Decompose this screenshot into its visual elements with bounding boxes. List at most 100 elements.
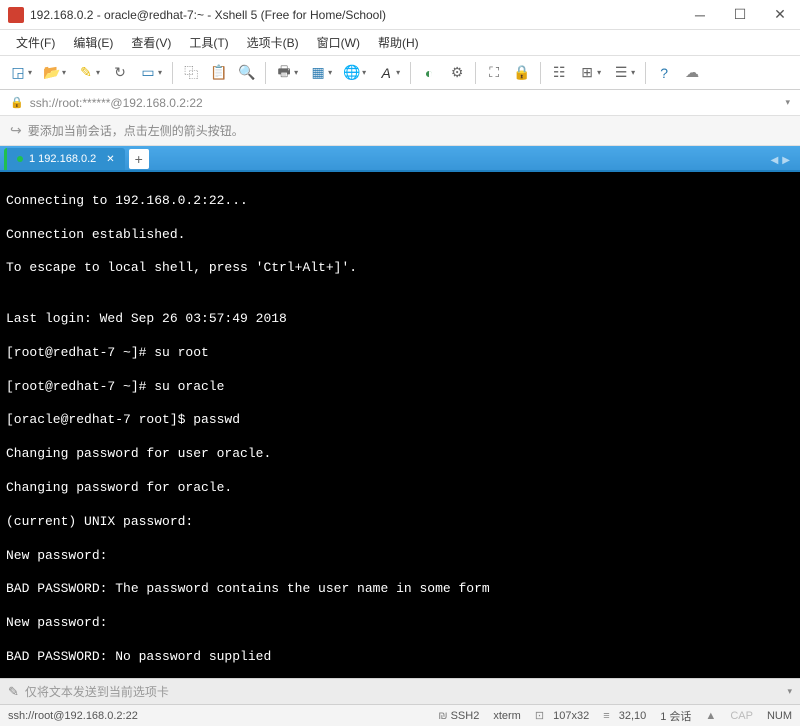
open-session-button[interactable]: 📂▾ <box>40 62 70 84</box>
menu-tab[interactable]: 选项卡(B) <box>239 31 307 54</box>
encoding-button[interactable]: 🌐▾ <box>340 62 370 84</box>
new-session-button[interactable]: ◲▾ <box>6 62 36 84</box>
sendbar-text: 仅将文本发送到当前选项卡 <box>25 683 169 700</box>
find-button[interactable]: 🔍 <box>235 62 259 84</box>
new-session-icon: ◲ <box>10 65 26 81</box>
menu-view[interactable]: 查看(V) <box>123 31 179 54</box>
highlight-icon: ✎ <box>78 65 94 81</box>
script-button[interactable]: ⊞▾ <box>575 62 605 84</box>
toolbar-separator <box>645 62 646 84</box>
refresh-icon: ↻ <box>112 65 128 81</box>
layout-button[interactable]: ▦▾ <box>306 62 336 84</box>
terminal[interactable]: Connecting to 192.168.0.2:22... Connecti… <box>0 172 800 678</box>
status-cap: CAP <box>730 710 753 722</box>
addressbar[interactable]: 🔒 ssh://root:******@192.168.0.2:22 ▾ <box>0 90 800 116</box>
help-button[interactable]: ? <box>652 62 676 84</box>
terminal-line: Changing password for user oracle. <box>6 446 794 463</box>
tab-close-icon[interactable]: ✕ <box>106 154 114 165</box>
toolbar-separator <box>172 62 173 84</box>
folder-open-icon: 📂 <box>44 65 60 81</box>
lock-icon: 🔒 <box>514 65 530 81</box>
status-triangle-icon: ▲ <box>705 710 716 722</box>
lock-button[interactable]: 🔒 <box>510 62 534 84</box>
terminal-line: Last login: Wed Sep 26 03:57:49 2018 <box>6 311 794 328</box>
calc-button[interactable]: ☷ <box>547 62 571 84</box>
xftp-button[interactable]: ◐ <box>417 62 441 84</box>
tab-status-icon <box>17 156 23 162</box>
window-controls: ─ ☐ ✕ <box>688 3 792 27</box>
add-tab-button[interactable]: + <box>129 149 149 169</box>
terminal-line: BAD PASSWORD: The password contains the … <box>6 581 794 598</box>
menu-file[interactable]: 文件(F) <box>8 31 63 54</box>
terminal-line: New password: <box>6 548 794 565</box>
terminal-line: New password: <box>6 615 794 632</box>
xagent-icon: ⚙ <box>449 65 465 81</box>
hint-text: 要添加当前会话，点击左侧的箭头按钮。 <box>28 122 244 139</box>
highlight-button[interactable]: ✎▾ <box>74 62 104 84</box>
menu-edit[interactable]: 编辑(E) <box>65 31 121 54</box>
status-sessions: 1 会话 <box>660 708 691 724</box>
address-dropdown-icon[interactable]: ▾ <box>785 97 790 108</box>
sendbar-dropdown-icon[interactable]: ▾ <box>787 686 792 697</box>
toolbar: ◲▾ 📂▾ ✎▾ ↻ ▭▾ ⿻ 📋 🔍 🖶▾ ▦▾ 🌐▾ A▾ ◐ ⚙ ⛶ 🔒 … <box>0 56 800 90</box>
app-icon <box>8 7 24 23</box>
titlebar: 192.168.0.2 - oracle@redhat-7:~ - Xshell… <box>0 0 800 30</box>
session-tab[interactable]: 1 192.168.0.2 ✕ <box>4 148 125 170</box>
xagent-button[interactable]: ⚙ <box>445 62 469 84</box>
menu-tools[interactable]: 工具(T) <box>181 31 236 54</box>
sendbar[interactable]: ✎ 仅将文本发送到当前选项卡 ▾ <box>0 678 800 704</box>
window-title: 192.168.0.2 - oracle@redhat-7:~ - Xshell… <box>30 8 688 22</box>
terminal-line: [root@redhat-7 ~]# su root <box>6 345 794 362</box>
status-term: xterm <box>493 710 521 722</box>
paste-icon: 📋 <box>211 65 227 81</box>
terminal-line: [root@redhat-7 ~]# su oracle <box>6 379 794 396</box>
about-button[interactable]: ☁ <box>680 62 704 84</box>
menubar: 文件(F) 编辑(E) 查看(V) 工具(T) 选项卡(B) 窗口(W) 帮助(… <box>0 30 800 56</box>
maximize-button[interactable]: ☐ <box>728 3 752 27</box>
toolbar-separator <box>265 62 266 84</box>
layout-icon: ▦ <box>310 65 326 81</box>
terminal-line: (current) UNIX password: <box>6 514 794 531</box>
tab-next-icon[interactable]: ▶ <box>782 155 790 166</box>
copy-button[interactable]: ⿻ <box>179 62 203 84</box>
print-button[interactable]: 🖶▾ <box>272 62 302 84</box>
terminal-line: Connecting to 192.168.0.2:22... <box>6 193 794 210</box>
status-cursor: ≡ 32,10 <box>603 710 646 722</box>
font-button[interactable]: A▾ <box>374 62 404 84</box>
print-icon: 🖶 <box>276 65 292 81</box>
help-icon: ? <box>656 65 672 81</box>
tab-nav: ◀ ▶ <box>771 155 796 170</box>
calculator-icon: ☷ <box>551 65 567 81</box>
globe-icon: 🌐 <box>344 65 360 81</box>
statusbar: ssh://root@192.168.0.2:22 ₪SSH2 xterm ⊡ … <box>0 704 800 726</box>
status-connection: ssh://root@192.168.0.2:22 <box>8 710 138 722</box>
terminal-line: BAD PASSWORD: No password supplied <box>6 649 794 666</box>
info-icon: ☁ <box>684 65 700 81</box>
toolbar-separator <box>410 62 411 84</box>
properties-button[interactable]: ▭▾ <box>136 62 166 84</box>
menu-window[interactable]: 窗口(W) <box>309 31 368 54</box>
terminal-line: Connection established. <box>6 227 794 244</box>
reconnect-button[interactable]: ↻ <box>108 62 132 84</box>
paste-button[interactable]: 📋 <box>207 62 231 84</box>
status-proto: ₪SSH2 <box>438 710 479 722</box>
terminal-line: [oracle@redhat-7 root]$ passwd <box>6 412 794 429</box>
fullscreen-button[interactable]: ⛶ <box>482 62 506 84</box>
tab-label: 1 192.168.0.2 <box>29 153 96 165</box>
tabbar: 1 192.168.0.2 ✕ + ◀ ▶ <box>0 146 800 172</box>
xftp-icon: ◐ <box>421 65 437 81</box>
minimize-button[interactable]: ─ <box>688 3 712 27</box>
terminal-line: To escape to local shell, press 'Ctrl+Al… <box>6 260 794 277</box>
fullscreen-icon: ⛶ <box>486 65 502 81</box>
tab-prev-icon[interactable]: ◀ <box>771 155 779 166</box>
menu-help[interactable]: 帮助(H) <box>370 31 427 54</box>
properties-icon: ▭ <box>140 65 156 81</box>
script-icon: ⊞ <box>579 65 595 81</box>
more-button[interactable]: ☰▾ <box>609 62 639 84</box>
send-icon: ✎ <box>8 684 19 700</box>
font-icon: A <box>378 65 394 81</box>
close-button[interactable]: ✕ <box>768 3 792 27</box>
add-session-arrow-icon[interactable]: ↪ <box>10 122 22 139</box>
status-num: NUM <box>767 710 792 722</box>
hintbar: ↪ 要添加当前会话，点击左侧的箭头按钮。 <box>0 116 800 146</box>
